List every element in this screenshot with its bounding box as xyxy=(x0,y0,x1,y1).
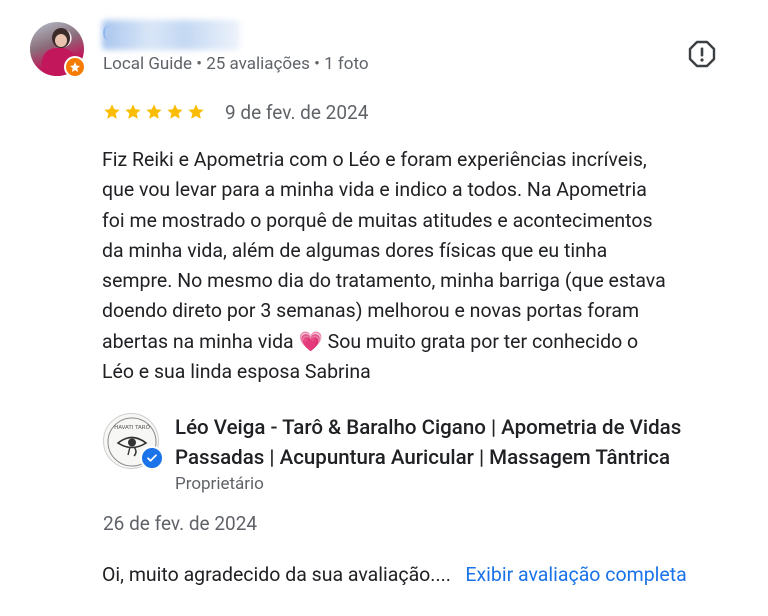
report-flag-icon[interactable] xyxy=(688,40,716,68)
heart-emoji: 💗 xyxy=(298,329,323,353)
star-icon xyxy=(188,104,204,119)
owner-reply: Oi, muito agradecido da sua avaliação...… xyxy=(102,559,722,591)
owner-business-name[interactable]: Léo Veiga - Tarô & Baralho Cigano | Apom… xyxy=(175,413,745,473)
star-icon xyxy=(167,104,183,119)
verified-check-icon xyxy=(140,446,164,470)
review-date: 9 de fev. de 2024 xyxy=(225,101,369,124)
owner-role: Proprietário xyxy=(175,474,264,494)
reply-date: 26 de fev. de 2024 xyxy=(103,512,258,535)
reviewer-meta: Local Guide • 25 avaliações • 1 foto xyxy=(103,54,369,74)
owner-reply-text: Oi, muito agradecido da sua avaliação...… xyxy=(102,563,451,586)
star-icon xyxy=(104,104,120,119)
review-text: Fiz Reiki e Apometria com o Léo e foram … xyxy=(102,145,742,387)
owner-logo-text: HAVATI TARÔ xyxy=(114,424,151,431)
star-icon xyxy=(125,104,141,119)
review-text-part1: Fiz Reiki e Apometria com o Léo e foram … xyxy=(102,148,666,353)
show-full-reply-link[interactable]: Exibir avaliação completa xyxy=(465,563,686,586)
local-guide-badge-icon xyxy=(64,56,86,78)
star-icon xyxy=(146,104,162,119)
reviewer-name-redaction xyxy=(102,20,240,50)
rating-stars xyxy=(103,103,205,121)
